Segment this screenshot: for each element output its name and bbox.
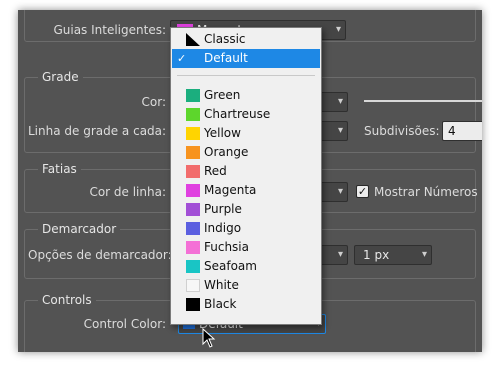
chevron-down-icon: ▾	[337, 186, 343, 197]
slices-color-select-tail[interactable]: ▾	[318, 182, 348, 202]
menu-item-label: Red	[204, 164, 227, 178]
menu-item-label: Default	[204, 51, 248, 65]
menu-item-label: Orange	[204, 145, 249, 159]
menu-item-label: Seafoam	[204, 259, 257, 273]
marker-options-label: Opções de demarcador:	[28, 248, 172, 262]
color-swatch-icon	[186, 146, 200, 159]
menu-item-yellow[interactable]: Yellow	[172, 124, 320, 143]
preferences-panel: Guias Inteligentes: Magenta ▾ Grade Cor:…	[18, 10, 482, 352]
menu-item-red[interactable]: Red	[172, 162, 320, 181]
grid-line-preview	[364, 100, 482, 102]
mouse-cursor-icon	[202, 328, 216, 348]
menu-item-indigo[interactable]: Indigo	[172, 219, 320, 238]
menu-separator	[177, 75, 315, 76]
slices-line-color-label: Cor de linha:	[89, 185, 166, 199]
menu-item-default[interactable]: ✓ Default	[172, 49, 320, 68]
chevron-down-icon: ▾	[421, 249, 427, 260]
menu-item-seafoam[interactable]: Seafoam	[172, 257, 320, 276]
menu-item-black[interactable]: Black	[172, 295, 320, 314]
color-swatch-icon	[186, 222, 200, 235]
marker-width-select[interactable]: 1 px ▾	[354, 245, 432, 265]
menu-item-label: Indigo	[204, 221, 242, 235]
color-swatch-icon	[186, 165, 200, 178]
show-numbers-label: Mostrar Números d	[374, 185, 482, 199]
menu-item-label: Purple	[204, 202, 242, 216]
slices-legend: Fatias	[38, 162, 81, 176]
control-color-label: Control Color:	[83, 317, 166, 331]
control-color-dropdown: Classic ✓ Default Green Chartreuse Yellow O…	[170, 27, 322, 325]
menu-item-fuchsia[interactable]: Fuchsia	[172, 238, 320, 257]
marker-width-value: 1 px	[363, 248, 390, 262]
chevron-down-icon: ▾	[335, 24, 341, 35]
color-swatch-icon	[186, 203, 200, 216]
menu-item-magenta[interactable]: Magenta	[172, 181, 320, 200]
color-swatch-icon	[186, 127, 200, 140]
menu-item-white[interactable]: White	[172, 276, 320, 295]
menu-item-classic[interactable]: Classic	[172, 30, 320, 49]
menu-item-label: Fuchsia	[204, 240, 249, 254]
color-swatch-icon	[186, 89, 200, 102]
menu-item-label: Magenta	[204, 183, 257, 197]
chevron-down-icon: ▾	[337, 249, 343, 260]
chevron-down-icon: ▾	[337, 125, 343, 136]
grid-legend: Grade	[38, 70, 83, 84]
menu-item-label: Classic	[204, 32, 246, 46]
color-swatch-icon	[186, 279, 200, 292]
color-swatch-icon	[186, 184, 200, 197]
grid-every-select-tail[interactable]: ▾	[318, 121, 348, 141]
menu-item-label: Black	[204, 297, 237, 311]
chevron-down-icon: ▾	[337, 96, 343, 107]
menu-item-chartreuse[interactable]: Chartreuse	[172, 105, 320, 124]
menu-item-orange[interactable]: Orange	[172, 143, 320, 162]
menu-item-purple[interactable]: Purple	[172, 200, 320, 219]
check-icon: ✓	[177, 52, 187, 65]
marker-options-select-tail[interactable]: ▾	[318, 245, 348, 265]
subdivisions-input[interactable]: 4	[442, 121, 482, 141]
menu-item-label: Green	[204, 88, 241, 102]
color-swatch-icon	[186, 241, 200, 254]
color-swatch-icon	[186, 298, 200, 311]
grid-color-label: Cor:	[141, 95, 167, 109]
show-numbers-checkbox[interactable]: ✓	[356, 185, 369, 198]
menu-item-green[interactable]: Green	[172, 86, 320, 105]
subdivisions-label: Subdivisões:	[364, 124, 440, 138]
color-swatch-icon	[186, 260, 200, 273]
menu-item-label: Chartreuse	[204, 107, 271, 121]
guides-label: Guias Inteligentes:	[53, 23, 166, 37]
controls-legend: Controls	[38, 293, 96, 307]
menu-item-label: White	[204, 278, 239, 292]
grid-every-label: Linha de grade a cada:	[28, 124, 167, 138]
menu-item-label: Yellow	[204, 126, 241, 140]
classic-triangle-icon	[186, 33, 200, 46]
marker-legend: Demarcador	[38, 222, 121, 236]
color-swatch-icon	[186, 108, 200, 121]
grid-color-select-tail[interactable]: ▾	[318, 92, 348, 112]
